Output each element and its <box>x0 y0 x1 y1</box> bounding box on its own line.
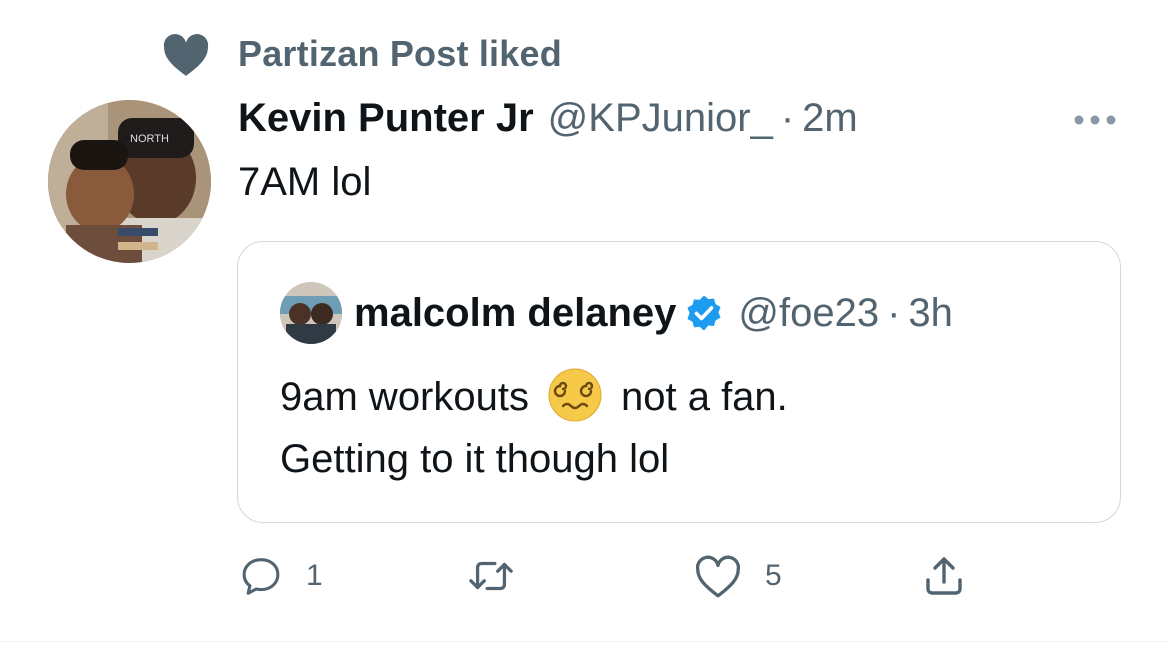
share-button[interactable] <box>920 552 968 600</box>
more-icon <box>1074 115 1116 125</box>
quoted-author-avatar <box>280 282 342 344</box>
more-options-button[interactable] <box>1070 102 1120 138</box>
quoted-tweet-card[interactable]: malcolm delaney @foe23 · 3h 9am workouts <box>237 241 1121 523</box>
heart-filled-icon <box>160 28 212 80</box>
verified-badge-icon <box>684 293 724 333</box>
retweet-icon <box>469 561 513 591</box>
tweet-header: Kevin Punter Jr @KPJunior_ · 2m <box>238 96 858 150</box>
quoted-tweet-time: 3h <box>908 290 953 335</box>
separator-dot: · <box>780 96 795 140</box>
social-context: Partizan Post liked <box>160 26 562 82</box>
svg-text:NORTH: NORTH <box>130 133 169 145</box>
quoted-author-handle[interactable]: @foe23 <box>738 291 879 336</box>
reply-button[interactable]: 1 <box>238 552 323 600</box>
author-avatar[interactable]: NORTH <box>48 100 211 263</box>
author-handle[interactable]: @KPJunior_ <box>548 96 773 141</box>
share-icon <box>926 557 962 595</box>
quoted-text-before-emoji: 9am workouts <box>280 375 529 419</box>
quoted-text-line-2: Getting to it though lol <box>280 437 670 481</box>
like-count: 5 <box>765 559 782 592</box>
dizzy-face-emoji-icon <box>547 367 603 423</box>
tweet-actions: 1 5 <box>238 552 998 600</box>
heart-outline-icon <box>695 555 741 598</box>
tweet-time[interactable]: 2m <box>802 96 858 141</box>
tweet-text: 7AM lol <box>238 160 372 204</box>
quoted-tweet-text: 9am workouts not a fan. Getting to it th… <box>280 366 1100 490</box>
reply-icon <box>242 558 280 595</box>
quoted-separator-dot: · <box>887 290 901 335</box>
quoted-author-name[interactable]: malcolm delaney <box>354 291 676 336</box>
quoted-tweet-header: malcolm delaney @foe23 · 3h <box>280 280 953 346</box>
retweet-button[interactable] <box>466 552 538 600</box>
author-name[interactable]: Kevin Punter Jr <box>238 96 534 141</box>
social-context-text[interactable]: Partizan Post liked <box>238 33 562 75</box>
quoted-text-line-1: 9am workouts not a fan. <box>280 366 1100 428</box>
tweet-divider <box>0 641 1170 642</box>
quoted-text-after-emoji: not a fan. <box>620 375 788 419</box>
reply-count: 1 <box>306 559 323 592</box>
like-button[interactable]: 5 <box>693 552 782 600</box>
